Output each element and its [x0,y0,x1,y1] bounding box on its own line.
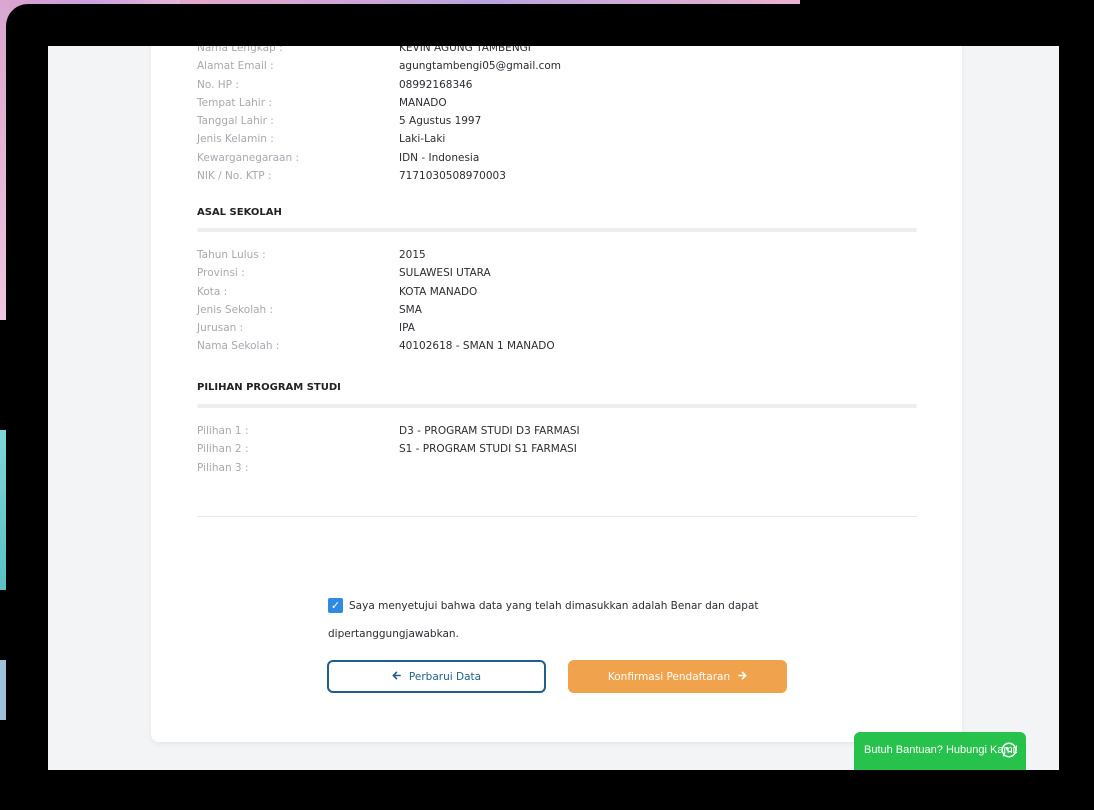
info-value: Laki-Laki [399,133,446,146]
registration-summary-card: Nama Lengkap : KEVIN AGUNG TAMBENGI Alam… [151,46,962,742]
agreement-text-continued: dipertanggungjawabkan. [328,628,459,640]
info-value: IDN - Indonesia [399,151,480,164]
info-label: Kota : [197,285,228,298]
info-value: SULAWESI UTARA [399,267,491,280]
info-label: No. HP : [197,78,239,91]
info-value: D3 - PROGRAM STUDI D3 FARMASI [399,425,580,437]
info-row-nik: NIK / No. KTP : 7171030508970003 [197,168,917,186]
info-label: Pilihan 1 : [197,425,249,437]
info-label: Tempat Lahir : [197,96,272,109]
info-row-citizenship: Kewarganegaraan : IDN - Indonesia [197,150,917,168]
info-row-school-type: Jenis Sekolah : SMA [197,302,917,320]
info-value: 2015 [399,249,426,261]
agreement-checkbox[interactable]: ✓ [328,598,343,613]
help-chat-widget[interactable]: Butuh Bantuan? Hubungi Kami! [854,732,1026,770]
info-row-birthplace: Tempat Lahir : MANADO [197,95,917,113]
update-data-label: Perbarui Data [408,670,482,683]
personal-info-list: Nama Lengkap : KEVIN AGUNG TAMBENGI Alam… [197,46,917,186]
info-row-nama: Nama Lengkap : KEVIN AGUNG TAMBENGI [197,46,917,58]
info-value: SMA [399,303,422,316]
info-row-province: Provinsi : SULAWESI UTARA [197,265,917,283]
info-row-graduation-year: Tahun Lulus : 2015 [197,247,917,265]
arrow-right-icon [738,671,747,683]
info-row-birthdate: Tanggal Lahir : 5 Agustus 1997 [197,113,917,131]
info-label: Kewarganegaraan : [197,151,300,164]
section-divider [197,228,917,232]
info-value: agungtambengi05@gmail.com [399,60,562,73]
info-value: KEVIN AGUNG TAMBENGI [399,46,531,54]
info-label: Pilihan 2 : [197,443,249,456]
info-row-choice-3: Pilihan 3 : [197,460,917,478]
info-row-city: Kota : KOTA MANADO [197,284,917,302]
info-value: MANADO [399,96,447,109]
school-info-list: Tahun Lulus : 2015 Provinsi : SULAWESI U… [197,247,917,357]
agreement-text: Saya menyetujui bahwa data yang telah di… [349,600,759,612]
info-value: 08992168346 [399,78,473,91]
info-row-choice-2: Pilihan 2 : S1 - PROGRAM STUDI S1 FARMAS… [197,441,917,459]
content-end-divider [197,516,917,517]
arrow-left-icon [392,671,401,683]
info-value: 40102618 - SMAN 1 MANADO [399,340,555,353]
info-label: Provinsi : [197,267,245,280]
info-label: Tanggal Lahir : [197,115,274,128]
info-value: KOTA MANADO [399,285,478,298]
info-value: IPA [399,322,415,335]
info-label: NIK / No. KTP : [197,170,272,183]
screen: Nama Lengkap : KEVIN AGUNG TAMBENGI Alam… [48,46,1059,770]
info-row-email: Alamat Email : agungtambengi05@gmail.com [197,58,917,76]
section-title-program: PILIHAN PROGRAM STUDI [197,382,341,393]
info-label: Pilihan 3 : [197,461,249,474]
info-label: Nama Lengkap : [197,46,283,54]
info-row-major: Jurusan : IPA [197,320,917,338]
info-value: 7171030508970003 [399,170,506,183]
update-data-button[interactable]: Perbarui Data [327,660,546,693]
info-value: S1 - PROGRAM STUDI S1 FARMASI [399,443,577,456]
help-label: Butuh Bantuan? Hubungi Kami! [864,744,1019,756]
info-label: Jenis Sekolah : [197,303,274,316]
whatsapp-icon [1000,741,1018,759]
info-row-gender: Jenis Kelamin : Laki-Laki [197,131,917,149]
info-row-school-name: Nama Sekolah : 40102618 - SMAN 1 MANADO [197,338,917,356]
info-label: Tahun Lulus : [197,249,266,261]
info-label: Jurusan : [197,322,244,335]
section-title-school: ASAL SEKOLAH [197,207,282,218]
program-choice-list: Pilihan 1 : D3 - PROGRAM STUDI D3 FARMAS… [197,423,917,478]
info-label: Nama Sekolah : [197,340,280,353]
confirm-registration-label: Konfirmasi Pendaftaran [607,670,731,683]
info-row-phone: No. HP : 08992168346 [197,77,917,95]
check-icon: ✓ [330,599,341,612]
info-value: 5 Agustus 1997 [399,115,482,128]
confirm-registration-button[interactable]: Konfirmasi Pendaftaran [568,660,787,693]
section-divider [197,404,917,408]
info-label: Jenis Kelamin : [197,133,274,146]
info-label: Alamat Email : [197,60,274,73]
info-row-choice-1: Pilihan 1 : D3 - PROGRAM STUDI D3 FARMAS… [197,423,917,441]
